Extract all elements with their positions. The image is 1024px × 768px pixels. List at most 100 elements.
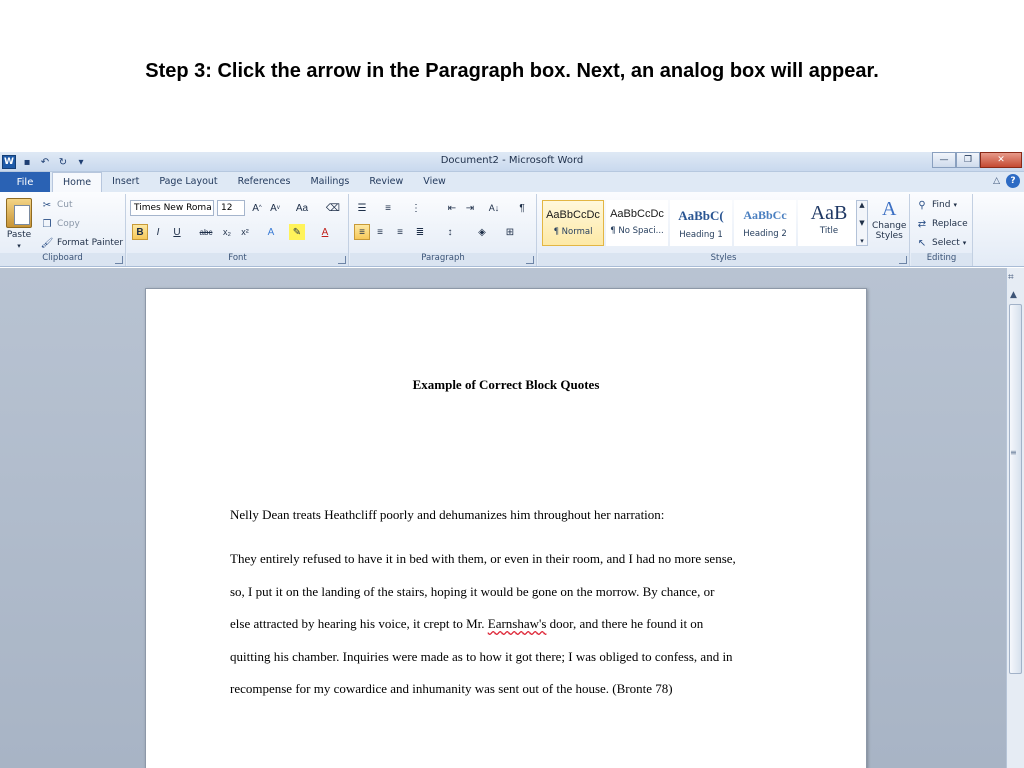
styles-down-icon[interactable]: ▼ — [859, 219, 864, 227]
align-left-button[interactable]: ≡ — [354, 224, 370, 240]
quote-line-1: They entirely refused to have it in bed … — [230, 551, 736, 566]
find-button[interactable]: ⚲ Find ▾ — [915, 198, 957, 212]
change-styles-button[interactable]: A Change Styles — [872, 198, 906, 241]
font-launcher-icon[interactable] — [338, 256, 346, 264]
paste-icon — [6, 198, 32, 228]
highlight-icon[interactable]: ✎ — [289, 224, 305, 240]
paragraph-launcher-icon[interactable] — [526, 256, 534, 264]
replace-button[interactable]: ⇄ Replace — [915, 217, 968, 231]
minimize-ribbon-icon[interactable]: △ — [993, 176, 1000, 186]
borders-icon[interactable]: ⊞ — [502, 224, 518, 240]
quote-line-3: else attracted by hearing his voice, it … — [230, 616, 704, 631]
copy-icon: ❐ — [42, 218, 52, 230]
paintbrush-icon: 🖌 — [40, 237, 54, 249]
change-case-button[interactable]: Aa — [291, 200, 313, 216]
find-dropdown-icon: ▾ — [953, 201, 957, 209]
document-page[interactable]: Example of Correct Block Quotes Nelly De… — [145, 288, 867, 768]
tab-file[interactable]: File — [0, 172, 50, 192]
document-heading: Example of Correct Block Quotes — [412, 377, 600, 392]
styles-launcher-icon[interactable] — [899, 256, 907, 264]
styles-group: AaBbCcDc ¶ Normal AaBbCcDc ¶ No Spaci...… — [538, 194, 910, 266]
paste-dropdown-icon: ▾ — [17, 242, 21, 250]
align-right-button[interactable]: ≡ — [392, 224, 408, 240]
help-icon[interactable]: ? — [1006, 174, 1020, 188]
tab-insert[interactable]: Insert — [102, 172, 149, 192]
maximize-button[interactable]: ❐ — [956, 152, 980, 168]
clipboard-label: Clipboard — [0, 253, 125, 266]
font-color-icon[interactable]: A — [317, 224, 333, 240]
subscript-button[interactable]: x₂ — [219, 224, 235, 240]
styles-more-icon[interactable]: ▾ — [860, 237, 864, 245]
slide-title: Step 3: Click the arrow in the Paragraph… — [145, 60, 879, 82]
decrease-indent-icon[interactable]: ⇤ — [444, 200, 460, 216]
align-center-button[interactable]: ≡ — [372, 224, 388, 240]
minimize-button[interactable]: — — [932, 152, 956, 168]
change-styles-icon: A — [882, 198, 897, 220]
window-title: Document2 - Microsoft Word — [440, 155, 584, 166]
sort-icon[interactable]: A↓ — [486, 200, 502, 216]
shading-icon[interactable]: ◈ — [474, 224, 490, 240]
styles-scroll[interactable]: ▲ ▼ ▾ — [856, 200, 868, 246]
style-heading-1[interactable]: AaBbC( Heading 1 — [670, 200, 732, 246]
style-heading-2[interactable]: AaBbCc Heading 2 — [734, 200, 796, 246]
tab-page-layout[interactable]: Page Layout — [149, 172, 227, 192]
numbering-icon[interactable]: ≡ — [380, 200, 396, 216]
tab-view[interactable]: View — [413, 172, 456, 192]
select-dropdown-icon: ▾ — [962, 239, 967, 247]
shrink-font-icon[interactable]: Av — [267, 200, 283, 216]
editing-label: Editing — [911, 253, 972, 266]
justify-button[interactable]: ≣ — [412, 224, 428, 240]
font-label: Font — [127, 253, 348, 266]
word-window: W ▪ ↶ ↻ ▾ Document2 - Microsoft Word — ❐… — [0, 152, 1024, 768]
paragraph-label: Paragraph — [350, 253, 536, 266]
misspelled-word[interactable]: Earnshaw's — [488, 616, 547, 631]
bold-button[interactable]: B — [132, 224, 148, 240]
pilcrow-icon[interactable]: ¶ — [514, 200, 530, 216]
style-title[interactable]: AaB Title — [798, 200, 860, 246]
bullets-icon[interactable]: ☰ — [354, 200, 370, 216]
scissors-icon: ✂ — [42, 199, 52, 211]
document-intro: Nelly Dean treats Heathcliff poorly and … — [230, 507, 665, 522]
font-group: Times New Roma 12 A ^ Av Aa ⌫ B I U abc x… — [127, 194, 349, 266]
select-button[interactable]: ↖ Select ▾ — [915, 236, 966, 250]
italic-button[interactable]: I — [150, 224, 166, 240]
quote-line-4: quitting his chamber. Inquiries were mad… — [230, 649, 733, 664]
window-controls: — ❐ ✕ — [932, 152, 1022, 168]
tab-home[interactable]: Home — [52, 172, 103, 192]
clipboard-launcher-icon[interactable] — [115, 256, 123, 264]
line-spacing-icon[interactable]: ↕ — [442, 224, 458, 240]
clear-formatting-icon[interactable]: ⌫ — [325, 200, 341, 216]
clipboard-group: Paste ▾ ✂ Cut ❐ Copy 🖌 Format Painter Cl… — [0, 194, 126, 266]
binoculars-icon: ⚲ — [918, 199, 926, 211]
tab-mailings[interactable]: Mailings — [300, 172, 359, 192]
style-normal[interactable]: AaBbCcDc ¶ Normal — [542, 200, 604, 246]
grow-font-icon[interactable]: A ^ — [249, 200, 265, 216]
tab-review[interactable]: Review — [359, 172, 413, 192]
quote-line-5: recompense for my cowardice and inhumani… — [230, 681, 673, 696]
text-effects-icon[interactable]: A — [263, 224, 279, 240]
scroll-up-icon[interactable]: ▲ — [1010, 290, 1017, 300]
strikethrough-button[interactable]: abc — [197, 224, 215, 240]
font-size-box[interactable]: 12 — [217, 200, 245, 216]
quote-line-2: so, I put it on the landing of the stair… — [230, 584, 715, 599]
multilevel-list-icon[interactable]: ⋮ — [408, 200, 424, 216]
scroll-grip-icon: ≡ — [1010, 448, 1017, 457]
editing-group: ⚲ Find ▾ ⇄ Replace ↖ Select ▾ Editing — [911, 194, 973, 266]
tab-references[interactable]: References — [228, 172, 301, 192]
cut-button[interactable]: ✂ Cut — [40, 198, 73, 212]
styles-up-icon[interactable]: ▲ — [859, 201, 864, 209]
increase-indent-icon[interactable]: ⇥ — [462, 200, 478, 216]
superscript-button[interactable]: x² — [237, 224, 253, 240]
paragraph-group: ☰ ≡ ⋮ ⇤ ⇥ A↓ ¶ ≡ ≡ ≡ ≣ ↕ ◈ ⊞ Paragraph — [350, 194, 537, 266]
view-ruler-icon[interactable]: ⌗ — [1008, 272, 1022, 286]
paste-button[interactable]: Paste ▾ — [6, 198, 32, 250]
font-name-box[interactable]: Times New Roma — [130, 200, 214, 216]
replace-icon: ⇄ — [917, 218, 927, 230]
close-button[interactable]: ✕ — [980, 152, 1022, 168]
vertical-scrollbar[interactable]: ⌗ ▲ ≡ — [1006, 268, 1024, 768]
scroll-thumb[interactable] — [1009, 304, 1022, 674]
underline-button[interactable]: U — [169, 224, 185, 240]
format-painter-button[interactable]: 🖌 Format Painter — [40, 236, 123, 250]
copy-button[interactable]: ❐ Copy — [40, 217, 80, 231]
style-no-spacing[interactable]: AaBbCcDc ¶ No Spaci... — [606, 200, 668, 246]
